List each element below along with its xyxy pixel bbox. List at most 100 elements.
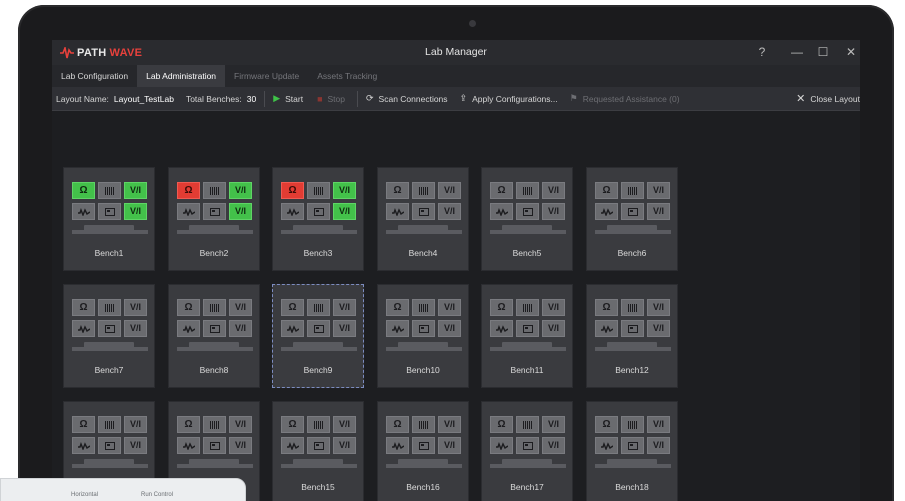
omega-icon[interactable]: Ω bbox=[177, 299, 200, 316]
screen-icon[interactable] bbox=[307, 437, 330, 454]
vi-icon[interactable]: V/I bbox=[647, 299, 670, 316]
vi-icon[interactable]: V/I bbox=[229, 203, 252, 220]
bench-card[interactable]: Ω V/I V/I Bench1 bbox=[63, 167, 155, 271]
waveform-icon[interactable] bbox=[72, 320, 95, 337]
omega-icon[interactable]: Ω bbox=[595, 416, 618, 433]
vi-icon[interactable]: V/I bbox=[333, 182, 356, 199]
bars-icon[interactable] bbox=[621, 416, 644, 433]
tab-assets-tracking[interactable]: Assets Tracking bbox=[308, 65, 386, 87]
omega-icon[interactable]: Ω bbox=[490, 182, 513, 199]
bars-icon[interactable] bbox=[412, 299, 435, 316]
stop-button[interactable]: ■ Stop bbox=[317, 94, 345, 104]
vi-icon[interactable]: V/I bbox=[438, 182, 461, 199]
screen-icon[interactable] bbox=[98, 437, 121, 454]
requested-assistance-button[interactable]: ⚑ Requested Assistance (0) bbox=[570, 93, 680, 104]
omega-icon[interactable]: Ω bbox=[281, 299, 304, 316]
screen-icon[interactable] bbox=[98, 320, 121, 337]
screen-icon[interactable] bbox=[516, 203, 539, 220]
vi-icon[interactable]: V/I bbox=[124, 203, 147, 220]
vi-icon[interactable]: V/I bbox=[229, 437, 252, 454]
vi-icon[interactable]: V/I bbox=[542, 437, 565, 454]
vi-icon[interactable]: V/I bbox=[542, 416, 565, 433]
vi-icon[interactable]: V/I bbox=[124, 437, 147, 454]
bench-card[interactable]: Ω V/I V/I Bench4 bbox=[377, 167, 469, 271]
vi-icon[interactable]: V/I bbox=[229, 299, 252, 316]
vi-icon[interactable]: V/I bbox=[647, 182, 670, 199]
waveform-icon[interactable] bbox=[281, 437, 304, 454]
waveform-icon[interactable] bbox=[177, 437, 200, 454]
omega-icon[interactable]: Ω bbox=[386, 182, 409, 199]
omega-icon[interactable]: Ω bbox=[72, 182, 95, 199]
bars-icon[interactable] bbox=[98, 416, 121, 433]
omega-icon[interactable]: Ω bbox=[595, 299, 618, 316]
omega-icon[interactable]: Ω bbox=[177, 416, 200, 433]
waveform-icon[interactable] bbox=[177, 203, 200, 220]
waveform-icon[interactable] bbox=[386, 437, 409, 454]
bars-icon[interactable] bbox=[412, 182, 435, 199]
screen-icon[interactable] bbox=[203, 203, 226, 220]
omega-icon[interactable]: Ω bbox=[281, 182, 304, 199]
screen-icon[interactable] bbox=[621, 203, 644, 220]
vi-icon[interactable]: V/I bbox=[647, 320, 670, 337]
vi-icon[interactable]: V/I bbox=[647, 437, 670, 454]
vi-icon[interactable]: V/I bbox=[438, 299, 461, 316]
bars-icon[interactable] bbox=[621, 299, 644, 316]
bench-card[interactable]: Ω V/I V/I Bench6 bbox=[586, 167, 678, 271]
screen-icon[interactable] bbox=[98, 203, 121, 220]
waveform-icon[interactable] bbox=[281, 203, 304, 220]
omega-icon[interactable]: Ω bbox=[490, 299, 513, 316]
omega-icon[interactable]: Ω bbox=[281, 416, 304, 433]
vi-icon[interactable]: V/I bbox=[333, 299, 356, 316]
vi-icon[interactable]: V/I bbox=[542, 320, 565, 337]
bench-card[interactable]: Ω V/I V/I Bench11 bbox=[481, 284, 573, 388]
vi-icon[interactable]: V/I bbox=[438, 437, 461, 454]
screen-icon[interactable] bbox=[621, 437, 644, 454]
bench-card[interactable]: Ω V/I V/I Bench10 bbox=[377, 284, 469, 388]
bars-icon[interactable] bbox=[516, 416, 539, 433]
bench-card[interactable]: Ω V/I V/I Bench16 bbox=[377, 401, 469, 501]
omega-icon[interactable]: Ω bbox=[72, 416, 95, 433]
vi-icon[interactable]: V/I bbox=[542, 203, 565, 220]
apply-configurations-button[interactable]: ⇪ Apply Configurations... bbox=[460, 93, 558, 104]
bars-icon[interactable] bbox=[621, 182, 644, 199]
vi-icon[interactable]: V/I bbox=[333, 437, 356, 454]
vi-icon[interactable]: V/I bbox=[229, 416, 252, 433]
omega-icon[interactable]: Ω bbox=[177, 182, 200, 199]
tab-firmware-update[interactable]: Firmware Update bbox=[225, 65, 308, 87]
bench-card[interactable]: Ω V/I V/I Bench3 bbox=[272, 167, 364, 271]
bench-card[interactable]: Ω V/I V/I Bench2 bbox=[168, 167, 260, 271]
screen-icon[interactable] bbox=[516, 437, 539, 454]
vi-icon[interactable]: V/I bbox=[229, 182, 252, 199]
bench-card[interactable]: Ω V/I V/I Bench18 bbox=[586, 401, 678, 501]
vi-icon[interactable]: V/I bbox=[438, 320, 461, 337]
bars-icon[interactable] bbox=[307, 182, 330, 199]
bars-icon[interactable] bbox=[98, 182, 121, 199]
omega-icon[interactable]: Ω bbox=[386, 299, 409, 316]
bars-icon[interactable] bbox=[516, 182, 539, 199]
help-button[interactable]: ? bbox=[753, 43, 771, 61]
bench-card[interactable]: Ω V/I V/I Bench15 bbox=[272, 401, 364, 501]
bars-icon[interactable] bbox=[203, 299, 226, 316]
vi-icon[interactable]: V/I bbox=[647, 416, 670, 433]
waveform-icon[interactable] bbox=[281, 320, 304, 337]
omega-icon[interactable]: Ω bbox=[490, 416, 513, 433]
waveform-icon[interactable] bbox=[490, 320, 513, 337]
bars-icon[interactable] bbox=[203, 416, 226, 433]
screen-icon[interactable] bbox=[203, 437, 226, 454]
screen-icon[interactable] bbox=[203, 320, 226, 337]
vi-icon[interactable]: V/I bbox=[124, 320, 147, 337]
vi-icon[interactable]: V/I bbox=[438, 416, 461, 433]
waveform-icon[interactable] bbox=[72, 437, 95, 454]
tab-lab-administration[interactable]: Lab Administration bbox=[137, 65, 226, 87]
vi-icon[interactable]: V/I bbox=[124, 182, 147, 199]
waveform-icon[interactable] bbox=[386, 320, 409, 337]
vi-icon[interactable]: V/I bbox=[647, 203, 670, 220]
scan-connections-button[interactable]: ⟳ Scan Connections bbox=[366, 93, 448, 104]
close-button[interactable]: ✕ bbox=[842, 43, 860, 61]
waveform-icon[interactable] bbox=[490, 437, 513, 454]
bench-card[interactable]: Ω V/I V/I Bench7 bbox=[63, 284, 155, 388]
waveform-icon[interactable] bbox=[386, 203, 409, 220]
bars-icon[interactable] bbox=[516, 299, 539, 316]
vi-icon[interactable]: V/I bbox=[333, 203, 356, 220]
bars-icon[interactable] bbox=[307, 416, 330, 433]
